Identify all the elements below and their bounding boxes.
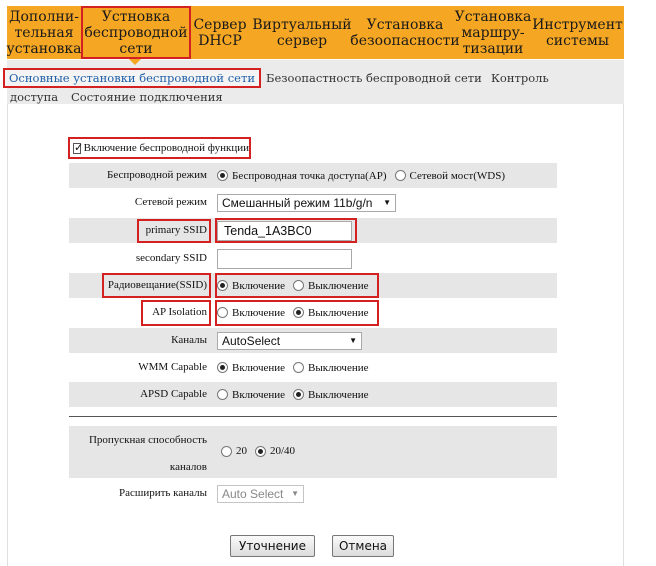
ap-isolation-options-highlight [215,300,379,326]
nav-item-system-tools[interactable]: Инструмент системы [531,6,624,59]
secondary-ssid-input[interactable] [217,248,352,269]
apsd-options: Включение Выключение [217,382,376,407]
radio-icon[interactable] [293,389,305,400]
row-wmm: WMM Capable Включение Выключение [69,355,557,380]
radio-icon[interactable] [293,362,305,373]
wireless-mode-ap-option[interactable]: Беспроводная точка доступа(AP) [217,170,387,182]
row-channel: Каналы AutoSelect ▼ [69,328,557,353]
wmm-off-option[interactable]: Выключение [293,362,368,374]
extension-channel-select[interactable]: Auto Select ▼ [217,484,304,503]
nav-item-additional-settings[interactable]: Дополни- тельная установка [7,6,82,59]
enable-wireless-checkbox[interactable] [73,141,83,154]
radio-icon[interactable] [394,170,406,181]
extension-channel-label: Расширить каналы [118,487,207,499]
apsd-on-option[interactable]: Включение [217,389,285,401]
wmm-on-option[interactable]: Включение [217,362,285,374]
wmm-options: Включение Выключение [217,355,376,380]
subnav-connection-status[interactable]: Состояние подключения [71,90,223,104]
wireless-mode-label: Беспроводной режим [107,169,207,181]
section-divider [69,416,557,417]
row-network-mode: Сетевой режим Смешанный режим 11b/g/n ▼ [69,190,557,215]
chevron-down-icon: ▼ [349,336,357,345]
apsd-off-label: Выключение [308,388,369,401]
bandwidth-20-option[interactable]: 20 [221,445,247,457]
save-button[interactable]: Уточнение [230,535,315,557]
wireless-mode-wds-label: Сетевой мост(WDS) [409,169,506,182]
radio-icon[interactable] [217,170,228,181]
primary-ssid-label-highlight [137,219,211,243]
subnav-basic-wireless[interactable]: Основные установки беспроводной сети [3,68,261,88]
secondary-ssid-value-wrap [217,246,352,271]
channel-select[interactable]: AutoSelect ▼ [217,331,362,350]
wireless-mode-wds-option[interactable]: Сетевой мост(WDS) [394,169,506,182]
nav-item-virtual-server[interactable]: Виртуальный сервер [249,6,355,59]
bandwidth-label-line1: Пропускная способность [88,434,207,446]
wireless-mode-ap-label: Беспроводная точка доступа(AP) [232,169,387,182]
radio-icon[interactable] [221,445,232,457]
wireless-mode-options: Беспроводная точка доступа(AP) Сетевой м… [217,163,513,188]
chevron-down-icon: ▼ [383,198,391,207]
network-mode-select[interactable]: Смешанный режим 11b/g/n ▼ [217,193,396,212]
ssid-broadcast-options-highlight [215,273,379,298]
wmm-on-label: Включение [232,361,286,374]
bandwidth-20-label: 20 [236,445,247,457]
bandwidth-2040-option[interactable]: 20/40 [255,445,295,457]
subnav-wireless-security[interactable]: Безоопастность беспроводной сети [266,71,482,85]
enable-wireless-row[interactable]: Включение беспроводной функции [68,137,251,159]
channel-value: AutoSelect ▼ [217,328,362,353]
nav-item-security-settings[interactable]: Установка безоопасности [350,6,459,59]
wmm-off-label: Выключение [308,361,369,374]
nav-item-routing-settings[interactable]: Установка маршру- тизации [455,6,532,59]
ap-isolation-label-highlight [141,300,211,326]
extension-channel-value: Auto Select ▼ [217,481,304,506]
network-mode-value: Смешанный режим 11b/g/n ▼ [217,190,396,215]
radio-icon[interactable] [255,445,266,457]
subnav-access-control-cont[interactable]: доступа [10,90,58,104]
secondary-ssid-label: secondary SSID [135,252,207,264]
network-mode-label: Сетевой режим [134,196,207,208]
channel-selected: AutoSelect [222,333,281,348]
sub-navigation: Основные установки беспроводной сети Без… [3,60,624,104]
row-extension-channel: Расширить каналы Auto Select ▼ [69,481,557,506]
active-tab-caret [129,59,141,65]
channel-label: Каналы [171,334,207,346]
radio-icon[interactable] [217,389,228,400]
apsd-label: APSD Capable [140,388,207,400]
row-apsd: APSD Capable Включение Выключение [69,382,557,407]
primary-ssid-input-highlight [215,218,357,243]
chevron-down-icon: ▼ [291,489,299,498]
nav-item-wireless-settings[interactable]: Устновка беспроводной сети [81,6,191,59]
apsd-on-label: Включение [232,388,286,401]
wmm-label: WMM Capable [138,361,207,373]
nav-item-dhcp-server[interactable]: Сервер DHCP [192,6,248,59]
network-mode-selected: Смешанный режим 11b/g/n [222,195,373,210]
bandwidth-label-line2: каналов [169,461,207,473]
subnav-access-control[interactable]: Контроль [491,71,549,85]
extension-channel-selected: Auto Select [222,486,284,501]
bandwidth-options: 20 20/40 [221,445,303,457]
ssid-broadcast-label-highlight [102,273,211,298]
row-bandwidth: Пропускная способность каналов 20 20/40 [69,426,557,478]
enable-wireless-label: Включение беспроводной функции [83,142,249,154]
apsd-off-option[interactable]: Выключение [293,389,368,401]
cancel-button[interactable]: Отмена [332,535,394,557]
bandwidth-2040-label: 20/40 [270,445,296,457]
row-wireless-mode: Беспроводной режим Беспроводная точка до… [69,163,557,188]
top-navigation: Дополни- тельная установка Устновка бесп… [7,6,624,59]
radio-icon[interactable] [217,362,228,373]
row-secondary-ssid: secondary SSID [69,246,557,271]
